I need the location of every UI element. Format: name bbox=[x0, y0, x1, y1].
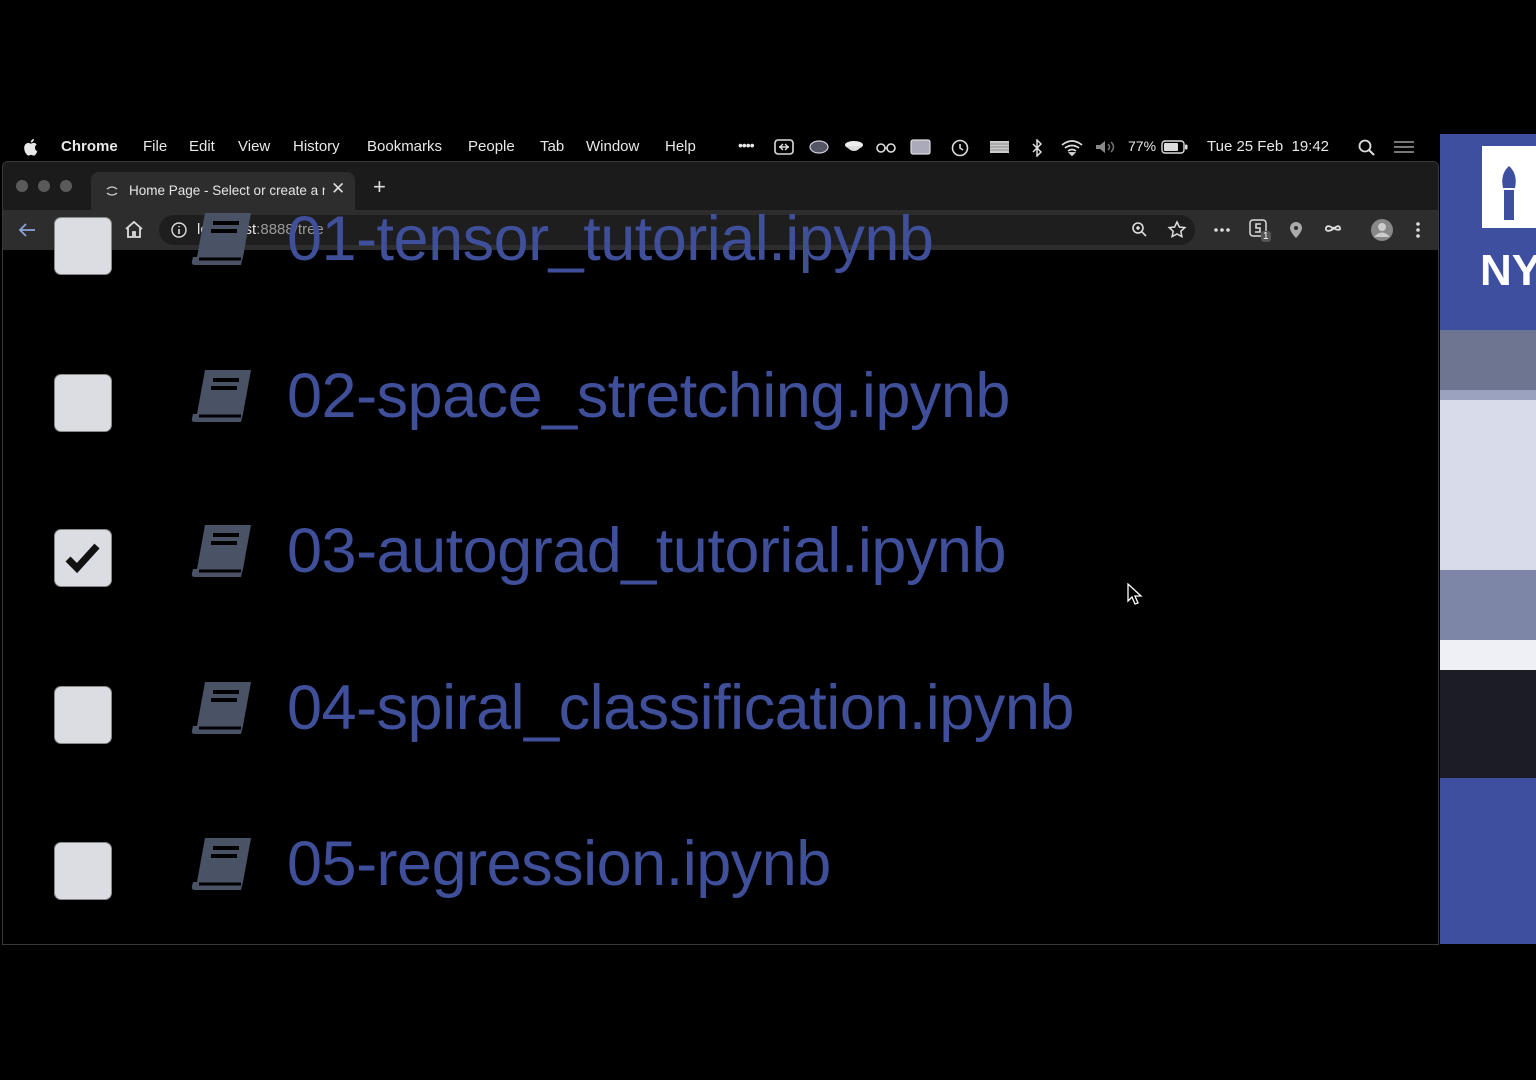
file-checkbox[interactable] bbox=[54, 842, 112, 900]
notebook-file-list: 01-tensor_tutorial.ipynb 02-space_stretch… bbox=[3, 204, 1438, 944]
notebook-book-icon bbox=[189, 834, 261, 903]
menu-bookmarks[interactable]: Bookmarks bbox=[367, 138, 442, 155]
side-panel: NY bbox=[1440, 134, 1536, 944]
notification-center-icon[interactable] bbox=[1393, 139, 1415, 155]
notebook-book-icon bbox=[189, 366, 261, 435]
notebook-book-icon bbox=[189, 678, 261, 747]
zoom-window-button[interactable] bbox=[60, 180, 72, 192]
file-checkbox[interactable] bbox=[54, 374, 112, 432]
notebook-book-icon bbox=[189, 209, 261, 278]
menu-people[interactable]: People bbox=[468, 138, 515, 155]
file-row[interactable]: 03-autograd_tutorial.ipynb bbox=[3, 516, 1438, 621]
bluetooth-icon[interactable] bbox=[1030, 139, 1044, 157]
jupyter-favicon-icon bbox=[106, 186, 118, 196]
tab-title: Home Page - Select or create a n bbox=[129, 183, 325, 198]
browser-window: Home Page - Select or create a n ✕ + loc… bbox=[2, 161, 1439, 945]
close-tab-icon[interactable]: ✕ bbox=[331, 179, 345, 199]
volume-icon[interactable] bbox=[1094, 139, 1118, 155]
side-photo bbox=[1440, 330, 1536, 778]
menu-tab[interactable]: Tab bbox=[540, 138, 564, 155]
notebook-book-icon bbox=[189, 521, 261, 590]
nyu-logo-text: NY bbox=[1480, 246, 1536, 295]
teamviewer-icon[interactable] bbox=[774, 139, 794, 155]
battery-icon[interactable] bbox=[1161, 140, 1189, 154]
time-machine-icon[interactable] bbox=[949, 139, 971, 157]
cloud-sync-icon[interactable] bbox=[808, 139, 830, 155]
spotlight-search-icon[interactable] bbox=[1358, 139, 1376, 157]
menu-history[interactable]: History bbox=[293, 138, 340, 155]
notebook-link[interactable]: 01-tensor_tutorial.ipynb bbox=[287, 203, 934, 275]
torch-logo bbox=[1482, 146, 1536, 228]
torch-icon bbox=[1502, 166, 1516, 220]
file-row[interactable]: 01-tensor_tutorial.ipynb bbox=[3, 204, 1438, 309]
file-checkbox[interactable] bbox=[54, 529, 112, 587]
file-checkbox[interactable] bbox=[54, 686, 112, 744]
mouse-cursor-icon bbox=[1127, 583, 1143, 605]
notebook-link[interactable]: 02-space_stretching.ipynb bbox=[287, 360, 1010, 432]
file-row[interactable]: 05-regression.ipynb bbox=[3, 829, 1438, 934]
notebook-link[interactable]: 05-regression.ipynb bbox=[287, 828, 831, 900]
wifi-icon[interactable] bbox=[1060, 139, 1084, 157]
minimize-window-button[interactable] bbox=[38, 180, 50, 192]
menu-view[interactable]: View bbox=[238, 138, 270, 155]
apple-menu-icon[interactable] bbox=[22, 137, 40, 157]
keyboard-flag-icon[interactable] bbox=[989, 139, 1011, 155]
menu-edit[interactable]: Edit bbox=[189, 138, 215, 155]
menu-window[interactable]: Window bbox=[586, 138, 639, 155]
file-row[interactable]: 02-space_stretching.ipynb bbox=[3, 361, 1438, 466]
menu-file[interactable]: File bbox=[143, 138, 167, 155]
menu-help[interactable]: Help bbox=[665, 138, 696, 155]
notebook-link[interactable]: 04-spiral_classification.ipynb bbox=[287, 672, 1074, 744]
macos-menu-bar: Chrome File Edit View History Bookmarks … bbox=[0, 134, 1440, 160]
display-icon[interactable] bbox=[910, 139, 932, 155]
menu-app-chrome[interactable]: Chrome bbox=[61, 138, 118, 155]
checkmark-icon bbox=[65, 543, 100, 574]
clock[interactable]: Tue 25 Feb 19:42 bbox=[1207, 138, 1329, 155]
cup-icon[interactable] bbox=[843, 139, 865, 155]
new-tab-icon[interactable]: + bbox=[373, 176, 386, 198]
glasses-icon[interactable] bbox=[875, 139, 897, 155]
notebook-link[interactable]: 03-autograd_tutorial.ipynb bbox=[287, 515, 1007, 587]
battery-percentage: 77% bbox=[1128, 138, 1157, 154]
file-checkbox[interactable] bbox=[54, 217, 112, 275]
file-row[interactable]: 04-spiral_classification.ipynb bbox=[3, 673, 1438, 778]
close-window-button[interactable] bbox=[16, 180, 28, 192]
dots-status-icon[interactable]: •••• bbox=[738, 137, 755, 153]
